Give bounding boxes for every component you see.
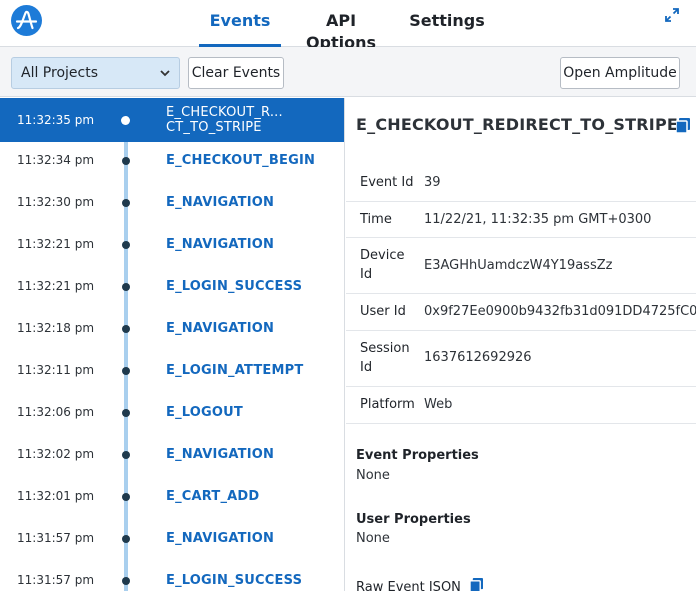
chevron-down-icon [160,70,170,77]
event-time: 11:32:21 pm [17,237,95,251]
prop-value: E3AGHhUamdczW4Y19assZz [424,258,613,273]
prop-key: Session Id [360,339,410,377]
event-row[interactable]: 11:32:01 pm E_CART_ADD [0,478,344,520]
event-name: E_LOGIN_SUCCESS [166,573,303,588]
prop-key: Event Id [360,175,414,190]
prop-value: 1637612692926 [424,350,532,365]
event-row[interactable]: 11:31:57 pm E_LOGIN_SUCCESS [0,562,344,591]
event-time: 11:32:11 pm [17,363,95,377]
clear-events-button[interactable]: Clear Events [188,57,284,89]
event-time: 11:32:34 pm [17,153,95,167]
prop-key-line2: Id [360,360,373,375]
raw-json-heading: Raw Event JSON [356,580,461,591]
event-row[interactable]: 11:32:30 pm E_NAVIGATION [0,184,344,226]
prop-key-line1: Device [360,248,405,263]
prop-value: 0x9f27Ee0900b9432fb31d091DD4725fC0 [424,304,696,319]
open-amplitude-button[interactable]: Open Amplitude [560,57,680,89]
timeline-dot [122,451,130,459]
event-name: E_CHECKOUT_R... CT_TO_STRIPE [166,105,283,135]
prop-key: User Id [360,304,406,319]
tab-api-options[interactable]: API Options [290,10,392,52]
tab-settings[interactable]: Settings [408,10,486,47]
timeline-dot [122,409,130,417]
event-name: E_NAVIGATION [166,447,275,462]
prop-row-user-id: User Id 0x9f27Ee0900b9432fb31d091DD4725f… [346,293,696,330]
event-time: 11:32:21 pm [17,279,95,293]
prop-value: 39 [424,175,441,190]
copy-icon[interactable] [676,118,690,133]
prop-row-platform: Platform Web [346,386,696,424]
timeline-dot [122,199,130,207]
prop-key-line1: Session [360,341,410,356]
user-properties-heading: User Properties [356,512,471,527]
event-time: 11:32:01 pm [17,489,95,503]
event-row[interactable]: 11:32:21 pm E_NAVIGATION [0,226,344,268]
prop-row-session-id: Session Id 1637612692926 [346,330,696,386]
timeline-dot [122,241,130,249]
event-time: 11:32:18 pm [17,321,95,335]
project-select[interactable]: All Projects [11,57,180,89]
timeline-dot [122,535,130,543]
event-name: E_CART_ADD [166,489,260,504]
event-time: 11:32:30 pm [17,195,95,209]
event-list: 11:32:35 pm E_CHECKOUT_R... CT_TO_STRIPE… [0,98,345,591]
amplitude-logo-icon[interactable] [11,5,42,36]
prop-row-device-id: Device Id E3AGHhUamdczW4Y19assZz [346,237,696,293]
event-row[interactable]: 11:32:11 pm E_LOGIN_ATTEMPT [0,352,344,394]
event-name: E_LOGIN_ATTEMPT [166,363,304,378]
toolbar: All Projects Clear Events Open Amplitude [0,47,696,97]
event-time: 11:32:02 pm [17,447,95,461]
expand-arrows-icon[interactable] [664,7,680,23]
top-navigation: Events API Options Settings [0,0,696,52]
event-name: E_NAVIGATION [166,531,275,546]
event-time: 11:32:35 pm [17,113,95,127]
event-row[interactable]: 11:32:18 pm E_NAVIGATION [0,310,344,352]
copy-json-icon[interactable] [470,578,483,591]
timeline-dot [122,157,130,165]
event-name: E_LOGIN_SUCCESS [166,279,303,294]
timeline-dot [122,325,130,333]
event-time: 11:31:57 pm [17,531,95,545]
event-name-line1: E_CHECKOUT_R... [166,105,283,120]
prop-row-time: Time 11/22/21, 11:32:35 pm GMT+0300 [346,201,696,237]
prop-key: Device Id [360,246,404,284]
prop-row-event-id: Event Id 39 [346,164,696,201]
event-name: E_CHECKOUT_BEGIN [166,153,316,168]
event-row[interactable]: 11:32:21 pm E_LOGIN_SUCCESS [0,268,344,310]
event-name: E_LOGOUT [166,405,243,420]
event-properties-value: None [356,468,390,483]
project-select-value: All Projects [21,65,98,81]
prop-key: Time [360,212,392,227]
event-row[interactable]: 11:31:57 pm E_NAVIGATION [0,520,344,562]
event-row[interactable]: 11:32:34 pm E_CHECKOUT_BEGIN [0,142,344,184]
prop-value: 11/22/21, 11:32:35 pm GMT+0300 [424,212,652,227]
prop-value: Web [424,397,453,412]
timeline-dot [122,283,130,291]
event-detail-title: E_CHECKOUT_REDIRECT_TO_STRIPE [356,115,678,134]
event-properties-heading: Event Properties [356,448,479,463]
event-row[interactable]: 11:32:35 pm E_CHECKOUT_R... CT_TO_STRIPE [0,98,344,142]
event-detail-panel: E_CHECKOUT_REDIRECT_TO_STRIPE Event Id 3… [346,98,696,591]
prop-key: Platform [360,397,415,412]
event-time: 11:31:57 pm [17,573,95,587]
tab-events[interactable]: Events [199,10,281,47]
event-time: 11:32:06 pm [17,405,95,419]
event-row[interactable]: 11:32:02 pm E_NAVIGATION [0,436,344,478]
user-properties-value: None [356,531,390,546]
event-name: E_NAVIGATION [166,237,275,252]
timeline-dot [121,116,130,125]
event-row[interactable]: 11:32:06 pm E_LOGOUT [0,394,344,436]
timeline-dot [122,577,130,585]
event-name: E_NAVIGATION [166,321,275,336]
prop-key-line2: Id [360,267,373,282]
timeline-dot [122,493,130,501]
timeline-dot [122,367,130,375]
event-name-line2: CT_TO_STRIPE [166,120,262,135]
event-name: E_NAVIGATION [166,195,275,210]
